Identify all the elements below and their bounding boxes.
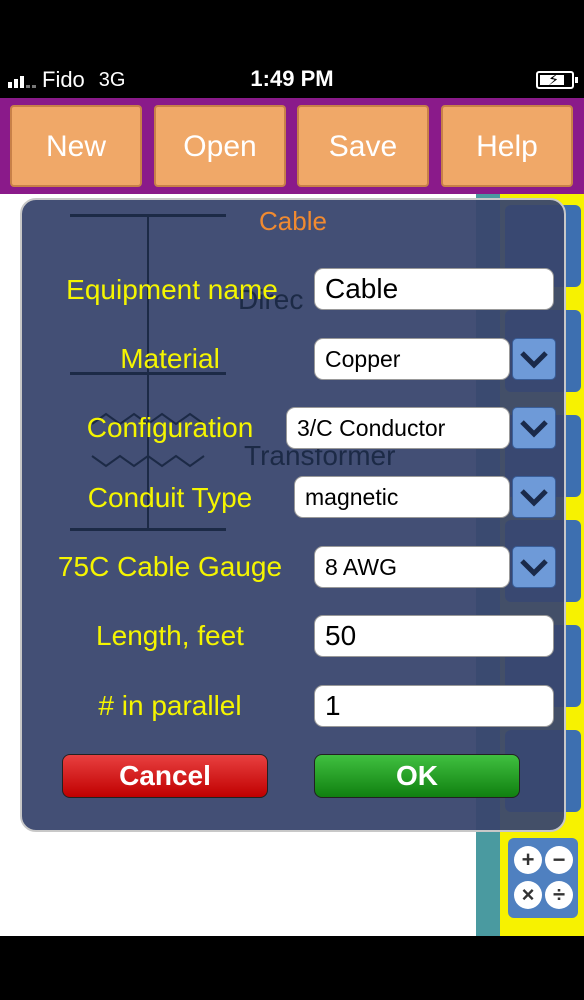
main-toolbar: New Open Save Help: [0, 98, 584, 194]
equipment-name-label: Equipment name: [66, 274, 278, 305]
cable-gauge-dropdown-button[interactable]: [512, 546, 556, 588]
cancel-button[interactable]: Cancel: [62, 754, 268, 798]
length-label: Length, feet: [96, 620, 244, 651]
chevron-down-icon: [520, 351, 548, 369]
configuration-select[interactable]: 3/C Conductor: [286, 407, 510, 449]
material-select[interactable]: Copper: [314, 338, 510, 380]
material-dropdown-button[interactable]: [512, 338, 556, 380]
conduit-type-dropdown-button[interactable]: [512, 476, 556, 518]
new-button[interactable]: New: [10, 105, 142, 187]
status-bar: Fido 3G 1:49 PM ⚡: [0, 62, 584, 98]
configuration-dropdown-button[interactable]: [512, 407, 556, 449]
conduit-type-select[interactable]: magnetic: [294, 476, 510, 518]
ok-button[interactable]: OK: [314, 754, 520, 798]
reset-zoom-icon[interactable]: ×: [514, 881, 542, 909]
cable-properties-dialog: Direc Transformer Cable Equipment name C…: [20, 198, 566, 832]
material-label: Material: [120, 343, 220, 374]
zoom-out-icon[interactable]: −: [545, 846, 573, 874]
open-button[interactable]: Open: [154, 105, 286, 187]
clock: 1:49 PM: [250, 66, 334, 91]
equipment-name-field[interactable]: Cable: [314, 268, 554, 310]
parallel-label: # in parallel: [98, 690, 242, 721]
chevron-down-icon: [520, 420, 548, 438]
chevron-down-icon: [520, 559, 548, 577]
conduit-type-label: Conduit Type: [87, 482, 253, 513]
length-field[interactable]: 50: [314, 615, 554, 657]
cable-gauge-select[interactable]: 8 AWG: [314, 546, 510, 588]
diagram-bus-line: [70, 528, 226, 531]
fit-view-icon[interactable]: ÷: [545, 881, 573, 909]
save-button[interactable]: Save: [297, 105, 429, 187]
battery-charging-icon: ⚡: [536, 71, 578, 89]
zoom-in-icon[interactable]: +: [514, 846, 542, 874]
cable-gauge-label: 75C Cable Gauge: [57, 551, 283, 582]
help-button[interactable]: Help: [441, 105, 573, 187]
parallel-field[interactable]: 1: [314, 685, 554, 727]
zoom-controls: + − × ÷: [508, 838, 578, 918]
dialog-title: Cable: [259, 206, 327, 236]
chevron-down-icon: [520, 489, 548, 507]
configuration-label: Configuration: [86, 412, 254, 443]
